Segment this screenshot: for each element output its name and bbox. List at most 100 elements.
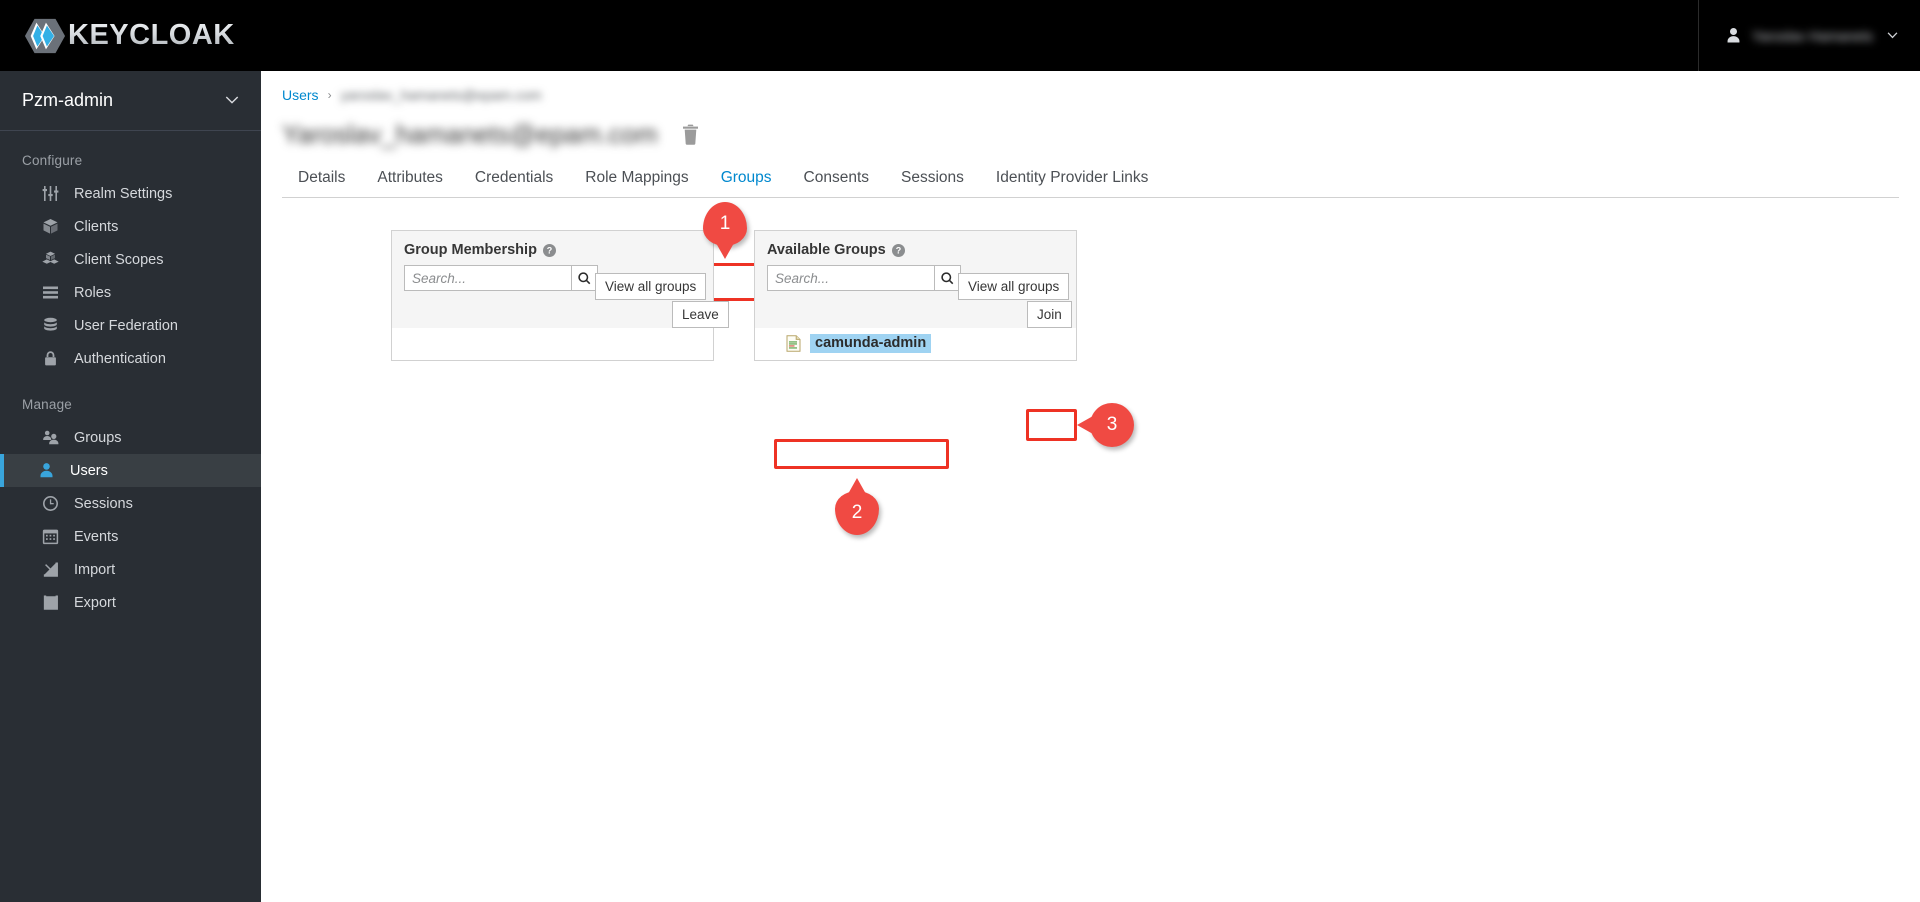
realm-name: Pzm-admin bbox=[22, 90, 114, 110]
list-item[interactable]: camunda-admin bbox=[755, 328, 1076, 360]
group-membership-title: Group Membership ? bbox=[404, 242, 701, 258]
group-membership-search-button[interactable] bbox=[571, 265, 598, 291]
database-icon bbox=[42, 317, 59, 334]
annotation-highlight-join-button bbox=[1026, 409, 1077, 441]
annotation-marker-2: 2 bbox=[835, 491, 879, 535]
list-bars-icon bbox=[42, 284, 59, 301]
main-content: Users › yaroslav_hamanets@epam.com Yaros… bbox=[261, 71, 1920, 902]
available-groups-header: Available Groups ? Search... View all gr… bbox=[755, 231, 1076, 328]
sidebar-item-label: Client Scopes bbox=[74, 251, 164, 268]
sidebar-item-label: Users bbox=[70, 462, 108, 479]
group-membership-leave-button[interactable]: Leave bbox=[672, 301, 729, 328]
users-group-icon bbox=[42, 429, 59, 446]
user-menu-name: Yaroslav Hamanets bbox=[1751, 27, 1873, 44]
sidebar-item-users[interactable]: Users bbox=[0, 454, 261, 487]
sliders-icon bbox=[42, 185, 59, 202]
keycloak-hexagon-logo bbox=[24, 18, 66, 53]
svg-text:?: ? bbox=[895, 245, 901, 255]
brand-logo[interactable]: KEYCLOAK bbox=[24, 15, 235, 57]
breadcrumb-separator: › bbox=[327, 88, 332, 102]
sidebar-item-label: Sessions bbox=[74, 495, 133, 512]
masthead: KEYCLOAK Yaroslav Hamanets bbox=[0, 0, 1920, 71]
annotation-highlight-camunda-admin bbox=[774, 439, 949, 469]
available-groups-title: Available Groups ? bbox=[767, 242, 1064, 258]
annotation-marker-1: 1 bbox=[703, 202, 747, 246]
breadcrumb-current-user: yaroslav_hamanets@epam.com bbox=[340, 87, 542, 103]
page-header: Yaroslav_hamanets@epam.com bbox=[261, 103, 1920, 149]
tab-credentials[interactable]: Credentials bbox=[459, 169, 569, 197]
breadcrumb-link-users[interactable]: Users bbox=[282, 87, 319, 103]
sidebar-item-label: Roles bbox=[74, 284, 112, 301]
trash-icon[interactable] bbox=[682, 124, 699, 145]
sidebar-item-clients[interactable]: Clients bbox=[0, 210, 261, 243]
sidebar-item-label: Export bbox=[74, 594, 116, 611]
available-groups-join-button[interactable]: Join bbox=[1027, 301, 1072, 328]
group-membership-header: Group Membership ? Search... View all gr… bbox=[392, 231, 729, 328]
tab-attributes[interactable]: Attributes bbox=[361, 169, 458, 197]
sidebar-item-authentication[interactable]: Authentication bbox=[0, 342, 261, 375]
available-groups-search-input[interactable] bbox=[767, 265, 934, 291]
chevron-down-icon bbox=[1887, 31, 1898, 38]
tab-details[interactable]: Details bbox=[282, 169, 361, 197]
export-arrow-icon bbox=[42, 594, 59, 611]
breadcrumb: Users › yaroslav_hamanets@epam.com bbox=[261, 71, 1920, 103]
clock-icon bbox=[42, 495, 59, 512]
group-membership-title-text: Group Membership bbox=[404, 242, 537, 258]
chevron-down-icon bbox=[225, 96, 239, 104]
user-detail-tabs: Details Attributes Credentials Role Mapp… bbox=[282, 161, 1899, 198]
lock-icon bbox=[42, 350, 59, 367]
sidebar-item-groups[interactable]: Groups bbox=[0, 421, 261, 454]
svg-text:?: ? bbox=[547, 245, 553, 255]
realm-selector[interactable]: Pzm-admin bbox=[0, 71, 261, 131]
sidebar-item-label: User Federation bbox=[74, 317, 178, 334]
list-item-label: camunda-admin bbox=[810, 334, 932, 353]
help-circle-icon[interactable]: ? bbox=[891, 243, 905, 257]
sidebar-item-events[interactable]: Events bbox=[0, 520, 261, 553]
annotation-marker-1-number: 1 bbox=[719, 213, 731, 234]
available-groups-panel: Available Groups ? Search... View all gr… bbox=[754, 230, 1077, 361]
sidebar-item-export[interactable]: Export bbox=[0, 586, 261, 619]
user-menu[interactable]: Yaroslav Hamanets bbox=[1697, 0, 1920, 71]
calendar-icon bbox=[42, 528, 59, 545]
group-membership-search-input[interactable] bbox=[404, 265, 571, 291]
sidebar: Pzm-admin Configure Realm Settings Clien… bbox=[0, 71, 261, 902]
magnifier-icon bbox=[578, 271, 591, 284]
sidebar-item-sessions[interactable]: Sessions bbox=[0, 487, 261, 520]
sidebar-item-label: Realm Settings bbox=[74, 185, 173, 202]
sidebar-item-label: Groups bbox=[74, 429, 122, 446]
group-membership-view-all-button[interactable]: View all groups bbox=[595, 273, 707, 300]
tab-consents[interactable]: Consents bbox=[788, 169, 885, 197]
sidebar-item-label: Import bbox=[74, 561, 116, 578]
available-groups-view-all-button[interactable]: View all groups bbox=[958, 273, 1070, 300]
sidebar-section-manage: Manage bbox=[22, 397, 72, 412]
annotation-marker-3-number: 3 bbox=[1106, 414, 1118, 435]
brand-name: KEYCLOAK bbox=[68, 19, 235, 51]
sidebar-item-label: Events bbox=[74, 528, 119, 545]
tab-role-mappings[interactable]: Role Mappings bbox=[569, 169, 704, 197]
tab-sessions[interactable]: Sessions bbox=[885, 169, 980, 197]
annotation-marker-3: 3 bbox=[1090, 403, 1134, 447]
magnifier-icon bbox=[941, 271, 954, 284]
user-icon bbox=[38, 462, 55, 479]
tab-identity-provider-links[interactable]: Identity Provider Links bbox=[980, 169, 1165, 197]
tab-groups[interactable]: Groups bbox=[705, 169, 788, 197]
sidebar-item-import[interactable]: Import bbox=[0, 553, 261, 586]
sidebar-item-user-federation[interactable]: User Federation bbox=[0, 309, 261, 342]
available-groups-list: camunda-admin bbox=[755, 328, 1076, 360]
group-membership-panel: Group Membership ? Search... View all gr… bbox=[391, 230, 729, 361]
available-groups-search-button[interactable] bbox=[934, 265, 961, 291]
sidebar-item-realm-settings[interactable]: Realm Settings bbox=[0, 177, 261, 210]
cubes-icon bbox=[42, 251, 59, 268]
sidebar-item-label: Clients bbox=[74, 218, 119, 235]
page-title: Yaroslav_hamanets@epam.com bbox=[282, 118, 658, 149]
help-circle-icon[interactable]: ? bbox=[542, 243, 556, 257]
sidebar-item-label: Authentication bbox=[74, 350, 166, 367]
keycloak-admin-console: KEYCLOAK Yaroslav Hamanets Pzm-admin Con… bbox=[0, 0, 1920, 902]
sidebar-section-configure: Configure bbox=[22, 153, 83, 168]
user-avatar-icon bbox=[1727, 27, 1740, 43]
sidebar-item-roles[interactable]: Roles bbox=[0, 276, 261, 309]
sidebar-item-client-scopes[interactable]: Client Scopes bbox=[0, 243, 261, 276]
import-arrow-icon bbox=[42, 561, 59, 578]
group-membership-list bbox=[392, 328, 713, 360]
cube-icon bbox=[42, 218, 59, 235]
